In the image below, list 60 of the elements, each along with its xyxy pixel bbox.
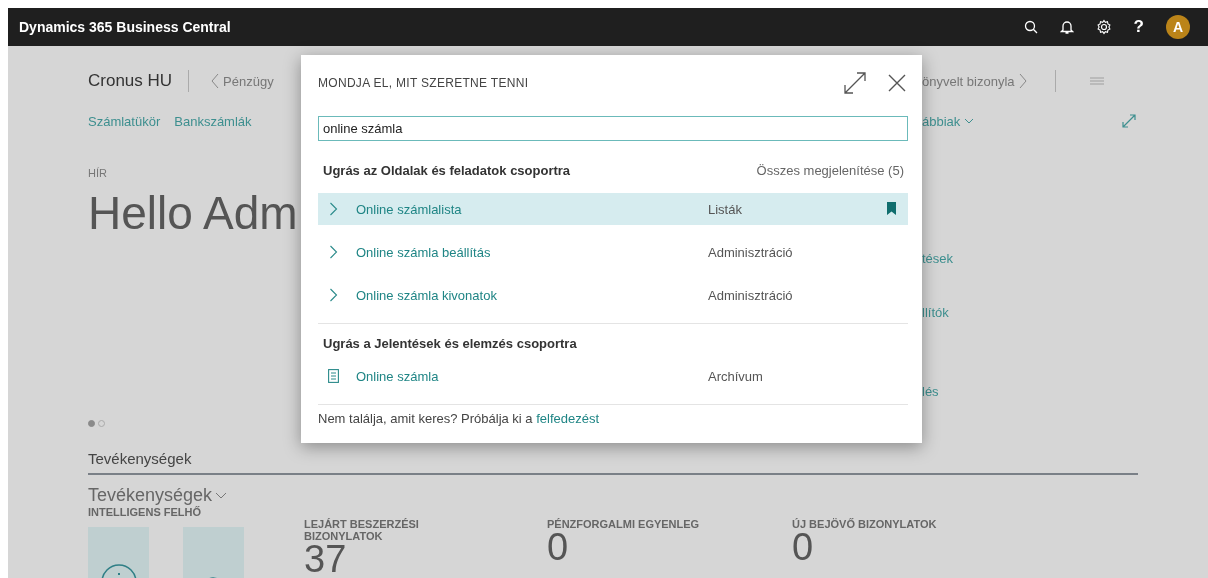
section-label: HÍR [88, 167, 107, 179]
result-name[interactable]: Online számla kivonatok [356, 287, 708, 303]
carousel-dot[interactable] [88, 420, 95, 427]
info-tile[interactable] [88, 527, 149, 578]
result-name[interactable]: Online számla [356, 368, 708, 384]
search-field[interactable]: online számla [318, 116, 908, 141]
breadcrumb-link[interactable]: önyvelt bizonyla [922, 73, 1015, 89]
expand-icon[interactable] [844, 72, 866, 94]
role-link[interactable]: llítók [922, 305, 1208, 321]
user-avatar[interactable]: A [1166, 15, 1190, 39]
explore-link[interactable]: felfedezést [536, 411, 600, 426]
chevron-left-icon[interactable] [211, 73, 220, 89]
section-title: Tevékenységek [88, 450, 193, 467]
nav-link[interactable]: Bankszámlák [174, 113, 252, 129]
dialog-title: MONDJA EL, MIT SZERETNE TENNI [318, 76, 529, 90]
result-category: Adminisztráció [708, 244, 793, 260]
cue-value[interactable]: 0 [547, 530, 792, 564]
cue-label: PÉNZFORGALMI EGYENLEG [547, 518, 701, 530]
bookmark-icon[interactable] [887, 202, 896, 215]
group-heading: Ugrás a Jelentések és elemzés csoportra [323, 335, 577, 351]
chevron-right-icon [328, 202, 339, 216]
search-icon[interactable] [1023, 20, 1038, 34]
role-link[interactable]: lés [922, 384, 1208, 400]
document-icon [328, 369, 339, 383]
chevron-right-icon [328, 245, 339, 259]
cloud-tile[interactable] [183, 527, 244, 578]
result-row[interactable]: Online számla Archívum [318, 360, 908, 392]
result-row[interactable]: Online számlalista Listák [318, 193, 908, 225]
group-dropdown[interactable]: Tevékenységek [88, 485, 228, 506]
close-icon[interactable] [888, 74, 906, 92]
cue-label: ÚJ BEJÖVŐ BIZONYLATOK [792, 518, 938, 530]
more-menu[interactable]: ábbiak [922, 113, 975, 129]
cue-value[interactable]: 0 [792, 530, 1037, 564]
role-link[interactable]: tések [922, 251, 1208, 267]
result-row[interactable]: Online számla kivonatok Adminisztráció [318, 279, 908, 311]
chevron-right-icon [328, 288, 339, 302]
help-button[interactable]: ? [1133, 17, 1144, 37]
cue-label: LEJÁRT BESZERZÉSI BIZONYLATOK [304, 518, 420, 542]
result-category: Listák [708, 201, 742, 217]
chevron-down-icon[interactable] [215, 492, 228, 499]
result-row[interactable]: Online számla beállítás Adminisztráció [318, 236, 908, 268]
breadcrumb-link[interactable]: Pénzügy [223, 73, 274, 89]
result-category: Adminisztráció [708, 287, 793, 303]
cue-value[interactable]: 37 [304, 542, 547, 576]
result-name[interactable]: Online számla beállítás [356, 244, 708, 260]
company-name: Cronus HU [88, 71, 173, 91]
menu-icon[interactable] [1089, 77, 1104, 85]
greeting-headline: Hello Adm [88, 187, 298, 239]
settings-icon[interactable] [1095, 19, 1112, 35]
chevron-down-icon[interactable] [964, 118, 975, 124]
result-name[interactable]: Online számlalista [356, 201, 708, 217]
nav-link[interactable]: Számlatükör [88, 113, 161, 129]
chevron-right-icon[interactable] [1018, 73, 1027, 89]
result-category: Archívum [708, 368, 763, 384]
tile-group-label: INTELLIGENS FELHŐ [88, 506, 203, 518]
app-title: Dynamics 365 Business Central [19, 19, 231, 35]
footer-hint: Nem találja, amit keres? Próbálja ki a felfedezést [318, 410, 601, 428]
show-all-link[interactable]: Összes megjelenítése (5) [756, 162, 904, 178]
group-heading: Ugrás az Oldalak és feladatok csoportra [323, 162, 571, 178]
bell-icon[interactable] [1059, 19, 1074, 35]
